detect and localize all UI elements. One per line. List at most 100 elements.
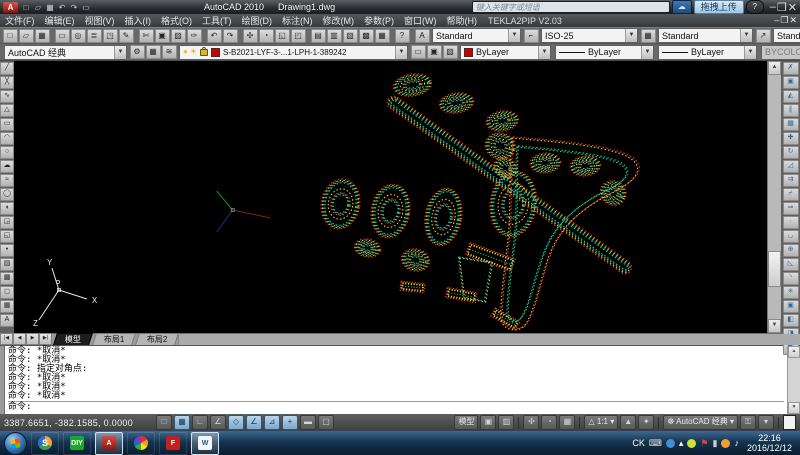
line-icon[interactable]: ╱ xyxy=(0,62,14,75)
toolpalettes-icon[interactable]: ▧ xyxy=(343,29,358,43)
linetype-combo[interactable]: ByLayer▼ xyxy=(555,45,654,60)
redo-icon[interactable]: ↷ xyxy=(223,29,238,43)
preview-icon[interactable]: ◎ xyxy=(71,29,86,43)
pan-icon[interactable]: ✣ xyxy=(523,415,539,430)
undo-icon[interactable]: ↶ xyxy=(56,2,68,13)
trim-icon[interactable]: ⌿ xyxy=(783,188,799,201)
ellipse-icon[interactable]: ◯ xyxy=(0,188,14,201)
table-icon[interactable]: ▦ xyxy=(0,300,14,313)
gradient-icon[interactable]: ▩ xyxy=(0,272,14,285)
tab-模型[interactable]: 模型 xyxy=(53,333,93,345)
menu-item-1[interactable]: 编辑(E) xyxy=(40,14,80,27)
workspace-switch-button[interactable]: ☸ AutoCAD 经典 ▾ xyxy=(663,415,738,430)
volume-icon[interactable]: ♪ xyxy=(734,438,739,448)
menu-item-7[interactable]: 标注(N) xyxy=(277,14,318,27)
properties-icon[interactable]: ▤ xyxy=(311,29,326,43)
undo-icon[interactable]: ↶ xyxy=(207,29,222,43)
mirror-icon[interactable]: ◭ xyxy=(783,90,799,103)
search-input[interactable]: 键入关键字或短语 xyxy=(472,1,670,13)
ducs-toggle[interactable]: ⊿ xyxy=(264,415,280,430)
tab-nav-1[interactable]: ◀ xyxy=(13,333,26,345)
grid-toggle[interactable]: ▦ xyxy=(174,415,190,430)
vertical-scrollbar[interactable]: ▲ ▼ xyxy=(767,61,781,333)
autocad-app-icon[interactable]: A xyxy=(95,432,123,455)
plot-icon[interactable]: ▭ xyxy=(80,2,92,13)
tab-布局1[interactable]: 布局1 xyxy=(92,333,136,345)
dim-style-icon[interactable]: ⌐ xyxy=(524,29,539,43)
break-point-icon[interactable]: ∙ xyxy=(783,216,799,229)
workspace-combo[interactable]: AutoCAD 经典▼ xyxy=(4,45,127,60)
polyline-icon[interactable]: ∿ xyxy=(0,90,14,103)
mleader-style-combo[interactable]: Standard▼ xyxy=(773,28,800,43)
command-prompt[interactable]: 命令: xyxy=(8,401,784,413)
plot-icon[interactable]: ▭ xyxy=(55,29,70,43)
menu-item-10[interactable]: 窗口(W) xyxy=(399,14,442,27)
tab-nav-3[interactable]: ▶| xyxy=(39,333,52,345)
copy-icon[interactable]: ▣ xyxy=(783,76,799,89)
open-icon[interactable]: ▱ xyxy=(19,29,34,43)
snap-toggle[interactable]: □ xyxy=(156,415,172,430)
chevron-down-icon[interactable]: ▼ xyxy=(740,29,752,42)
doc-restore-button[interactable]: ❐ xyxy=(780,15,788,26)
ellipse-arc-icon[interactable]: ◖ xyxy=(0,202,14,215)
lwt-toggle[interactable]: ▬ xyxy=(300,415,316,430)
menu-item-5[interactable]: 工具(T) xyxy=(197,14,237,27)
browser-app-icon[interactable]: S xyxy=(31,432,59,455)
revcloud-icon[interactable]: ☁ xyxy=(0,160,14,173)
table-style-icon[interactable]: ▦ xyxy=(641,29,656,43)
copy-icon[interactable]: ▣ xyxy=(155,29,170,43)
chamfer-icon[interactable]: ◺ xyxy=(783,258,799,271)
command-scrollbar[interactable]: ▲ ▼ xyxy=(787,346,800,414)
cmd-scroll-up-icon[interactable]: ▲ xyxy=(788,346,800,358)
upload-button[interactable]: 拖拽上传 xyxy=(694,0,744,14)
layer-combo[interactable]: ● ☀ S-B2021-LYF-3-...1-LPH-1-389242 ▼ xyxy=(179,45,408,60)
menu-item-3[interactable]: 插入(I) xyxy=(120,14,157,27)
keyboard-icon[interactable]: ⌨ xyxy=(649,438,662,448)
rotate-icon[interactable]: ↻ xyxy=(783,146,799,159)
layer-isolate-icon[interactable]: ▧ xyxy=(443,45,458,59)
zoom-realtime-icon[interactable]: ◔ xyxy=(259,29,274,43)
chevron-down-icon[interactable]: ▼ xyxy=(625,29,637,42)
cut-icon[interactable]: ✄ xyxy=(139,29,154,43)
model-space-button[interactable]: 模型 xyxy=(454,415,478,430)
join-icon[interactable]: ⊕ xyxy=(783,244,799,257)
save-icon[interactable]: ▦ xyxy=(44,2,56,13)
lineweight-combo[interactable]: ByLayer▼ xyxy=(658,45,757,60)
bring-front-icon[interactable]: ▣ xyxy=(783,300,799,313)
hatch-icon[interactable]: ▨ xyxy=(0,258,14,271)
doc-minimize-button[interactable]: – xyxy=(774,15,779,26)
tab-nav-2[interactable]: ▶ xyxy=(26,333,39,345)
diy-app-icon[interactable]: DIY xyxy=(63,432,91,455)
rectangle-icon[interactable]: ▭ xyxy=(0,118,14,131)
erase-icon[interactable]: ✗ xyxy=(783,62,799,75)
coordinates-readout[interactable]: 3387.6651, -382.1585, 0.0000 xyxy=(4,418,154,428)
security-tray-icon[interactable] xyxy=(687,439,696,448)
scroll-down-icon[interactable]: ▼ xyxy=(768,319,781,333)
annotation-auto-icon[interactable]: ✦ xyxy=(638,415,654,430)
plugin-menu-item[interactable]: TEKLA2PIP V2.03 xyxy=(482,16,568,26)
drawing-canvas[interactable]: YXZ xyxy=(14,61,767,333)
layer-states-icon[interactable]: ▣ xyxy=(427,45,442,59)
xline-icon[interactable]: ╳ xyxy=(0,76,14,89)
osnap-toggle[interactable]: ◇ xyxy=(228,415,244,430)
insert-block-icon[interactable]: ◲ xyxy=(0,216,14,229)
tab-nav-0[interactable]: |◀ xyxy=(0,333,13,345)
text-style-icon[interactable]: A xyxy=(415,29,430,43)
cmd-scroll-down-icon[interactable]: ▼ xyxy=(788,402,800,414)
toolbar-lock-button[interactable]: ⚿ xyxy=(740,415,756,430)
pan-icon[interactable]: ✣ xyxy=(243,29,258,43)
arc-icon[interactable]: ◠ xyxy=(0,132,14,145)
circle-icon[interactable]: ○ xyxy=(0,146,14,159)
stretch-icon[interactable]: ⇉ xyxy=(783,174,799,187)
new-icon[interactable]: □ xyxy=(3,29,18,43)
chevron-down-icon[interactable]: ▼ xyxy=(508,29,520,42)
offset-icon[interactable]: ∥ xyxy=(783,104,799,117)
text-style-combo[interactable]: Standard▼ xyxy=(432,28,521,43)
showmotion-icon[interactable]: ▦ xyxy=(559,415,575,430)
autocad-logo-icon[interactable]: A xyxy=(3,2,18,13)
doc-close-button[interactable]: ✕ xyxy=(789,15,797,26)
break-icon[interactable]: ◡ xyxy=(783,230,799,243)
menu-item-0[interactable]: 文件(F) xyxy=(0,14,40,27)
extend-icon[interactable]: ⇒ xyxy=(783,202,799,215)
mleader-style-icon[interactable]: ↗ xyxy=(756,29,771,43)
